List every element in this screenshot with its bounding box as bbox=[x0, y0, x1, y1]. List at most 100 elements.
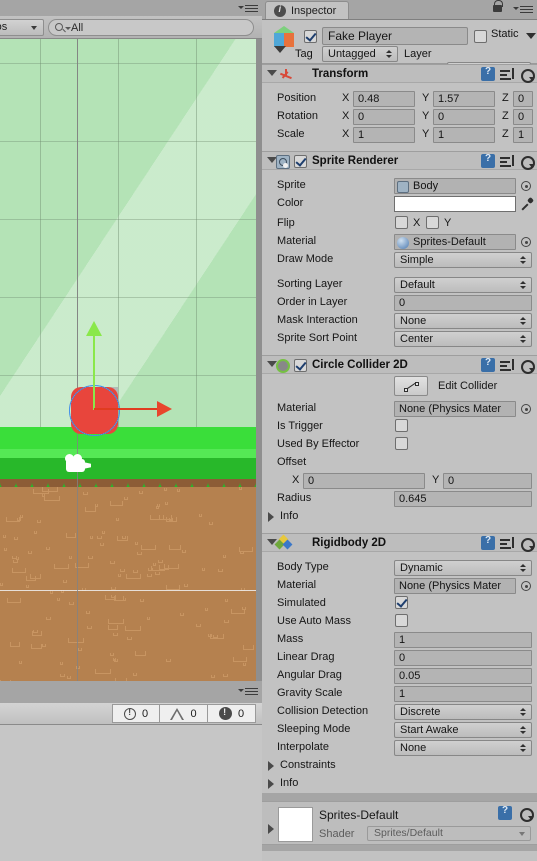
move-gizmo-y-axis[interactable] bbox=[93, 332, 95, 410]
position-y-input[interactable]: 1.57 bbox=[433, 91, 495, 107]
use-auto-mass-checkbox[interactable] bbox=[395, 614, 408, 627]
angular-drag-input[interactable]: 0.05 bbox=[394, 668, 532, 684]
rigidbody-material-picker-icon[interactable] bbox=[521, 581, 531, 591]
linear-drag-input[interactable]: 0 bbox=[394, 650, 532, 666]
preset-icon[interactable] bbox=[500, 67, 514, 81]
help-book-icon[interactable] bbox=[481, 535, 495, 550]
offset-x-input[interactable]: 0 bbox=[303, 473, 425, 489]
preset-icon[interactable] bbox=[500, 154, 514, 168]
rigidbody-material-object-field[interactable]: None (Physics Mater bbox=[394, 578, 516, 594]
scale-y-input[interactable]: 1 bbox=[433, 127, 495, 143]
preset-icon[interactable] bbox=[500, 536, 514, 550]
static-checkbox[interactable] bbox=[474, 30, 487, 43]
gear-icon[interactable] bbox=[519, 154, 535, 170]
console-error-counter[interactable]: 0 bbox=[208, 704, 256, 723]
sprite-object-field[interactable]: Body bbox=[394, 178, 516, 194]
position-label: Position bbox=[277, 92, 317, 104]
sleeping-mode-dropdown[interactable]: Start Awake bbox=[394, 722, 532, 738]
rotation-y-input[interactable]: 0 bbox=[433, 109, 495, 125]
collider-info-label: Info bbox=[280, 510, 299, 522]
add-component-area: Add Component bbox=[262, 851, 537, 861]
rotation-x-input[interactable]: 0 bbox=[353, 109, 415, 125]
gameobject-enabled-checkbox[interactable] bbox=[304, 30, 317, 43]
move-gizmo-y-arrow-icon[interactable] bbox=[86, 321, 102, 336]
move-gizmo-x-axis[interactable] bbox=[94, 408, 159, 410]
rotation-z-input[interactable]: 0 bbox=[513, 109, 533, 125]
component-header-sprite-renderer[interactable]: Sprite Renderer bbox=[262, 151, 537, 170]
collider-material-object-field[interactable]: None (Physics Mater bbox=[394, 401, 516, 417]
help-book-icon[interactable] bbox=[481, 66, 495, 81]
help-book-icon[interactable] bbox=[481, 153, 495, 168]
color-swatch-field[interactable] bbox=[394, 196, 516, 212]
body-type-dropdown[interactable]: Dynamic bbox=[394, 560, 532, 576]
order-in-layer-input[interactable]: 0 bbox=[394, 295, 532, 311]
component-header-rigidbody-2d[interactable]: Rigidbody 2D bbox=[262, 533, 537, 552]
gameobject-name-input[interactable]: Fake Player bbox=[322, 27, 468, 45]
tag-dropdown[interactable]: Untagged bbox=[322, 46, 398, 62]
flip-x-checkbox[interactable] bbox=[395, 216, 408, 229]
material-object-field[interactable]: Sprites-Default bbox=[394, 234, 516, 250]
order-in-layer-row: Order in Layer 0 bbox=[262, 294, 537, 312]
lock-open-icon[interactable] bbox=[493, 0, 503, 12]
console-log-list[interactable] bbox=[0, 725, 262, 861]
simulated-checkbox[interactable] bbox=[395, 596, 408, 609]
mask-interaction-dropdown[interactable]: None bbox=[394, 313, 532, 329]
sorting-layer-dropdown[interactable]: Default bbox=[394, 277, 532, 293]
camera-icon[interactable] bbox=[60, 453, 94, 475]
tab-inspector[interactable]: Inspector bbox=[265, 1, 350, 19]
offset-x-label: X bbox=[292, 474, 300, 486]
material-object-picker-icon[interactable] bbox=[521, 237, 531, 247]
scale-z-input[interactable]: 1 bbox=[513, 127, 533, 143]
rigidbody-info-foldout[interactable]: Info bbox=[262, 775, 537, 793]
shader-dropdown[interactable]: Sprites/Default bbox=[367, 826, 531, 841]
hamburger-icon[interactable] bbox=[520, 6, 533, 15]
interpolate-dropdown[interactable]: None bbox=[394, 740, 532, 756]
collider-info-foldout[interactable]: Info bbox=[262, 508, 537, 526]
collision-detection-dropdown[interactable]: Discrete bbox=[394, 704, 532, 720]
material-foldout-icon[interactable] bbox=[268, 824, 274, 834]
scene-viewport[interactable] bbox=[0, 39, 256, 681]
constraints-foldout[interactable]: Constraints bbox=[262, 757, 537, 775]
console-info-counter[interactable]: 0 bbox=[112, 704, 160, 723]
static-dropdown-chevron-icon[interactable] bbox=[526, 33, 536, 39]
eyedropper-icon[interactable] bbox=[520, 196, 535, 211]
collider-material-picker-icon[interactable] bbox=[521, 404, 531, 414]
updown-chevron-icon bbox=[520, 726, 526, 734]
scale-x-input[interactable]: 1 bbox=[353, 127, 415, 143]
position-z-input[interactable]: 0 bbox=[513, 91, 533, 107]
preset-icon[interactable] bbox=[500, 358, 514, 372]
sprite-sort-point-dropdown[interactable]: Center bbox=[394, 331, 532, 347]
is-trigger-checkbox[interactable] bbox=[395, 419, 408, 432]
gravity-scale-input[interactable]: 1 bbox=[394, 686, 532, 702]
scene-panel-menu-button[interactable] bbox=[238, 2, 258, 14]
edit-collider-button[interactable] bbox=[394, 376, 428, 396]
mass-input[interactable]: 1 bbox=[394, 632, 532, 648]
help-book-icon[interactable] bbox=[481, 357, 495, 372]
component-title-rigidbody-2d: Rigidbody 2D bbox=[312, 537, 387, 549]
warning-icon bbox=[170, 707, 185, 720]
offset-y-input[interactable]: 0 bbox=[443, 473, 532, 489]
sprite-renderer-enabled-checkbox[interactable] bbox=[294, 155, 307, 168]
gear-icon[interactable] bbox=[519, 67, 535, 83]
draw-mode-dropdown[interactable]: Simple bbox=[394, 252, 532, 268]
component-header-circle-collider-2d[interactable]: Circle Collider 2D bbox=[262, 355, 537, 374]
sprite-object-picker-icon[interactable] bbox=[521, 181, 531, 191]
move-gizmo-x-arrow-icon[interactable] bbox=[157, 401, 172, 417]
gear-icon[interactable] bbox=[518, 806, 534, 822]
position-x-input[interactable]: 0.48 bbox=[353, 91, 415, 107]
material-value: Sprites-Default bbox=[413, 236, 486, 248]
gear-icon[interactable] bbox=[519, 536, 535, 552]
flip-y-checkbox[interactable] bbox=[426, 216, 439, 229]
used-by-effector-checkbox[interactable] bbox=[395, 437, 408, 450]
help-book-icon[interactable] bbox=[498, 805, 512, 820]
console-warning-counter[interactable]: 0 bbox=[160, 704, 208, 723]
foldout-arrow-icon[interactable] bbox=[267, 70, 277, 76]
radius-input[interactable]: 0.645 bbox=[394, 491, 532, 507]
gizmos-dropdown[interactable]: zmos bbox=[0, 19, 44, 36]
prefab-cube-icon[interactable] bbox=[270, 26, 298, 54]
sprite-renderer-icon bbox=[276, 155, 290, 169]
circle-collider-enabled-checkbox[interactable] bbox=[294, 359, 307, 372]
component-header-transform[interactable]: Transform bbox=[262, 64, 537, 83]
scene-search-input[interactable]: All bbox=[48, 19, 254, 36]
gear-icon[interactable] bbox=[519, 358, 535, 374]
